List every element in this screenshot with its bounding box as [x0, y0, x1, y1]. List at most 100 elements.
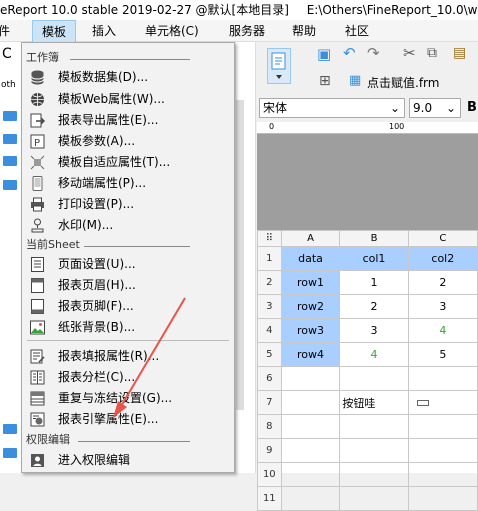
menu-server[interactable]: 服务器 [229, 20, 265, 42]
cell[interactable]: row1 [280, 270, 341, 295]
row-header[interactable]: 6 [257, 366, 282, 391]
menu-item-report-header[interactable]: 报表页眉(H)... [26, 275, 226, 296]
column-header[interactable]: C [407, 230, 478, 247]
font-family-select[interactable]: 宋体 ⌄ [259, 98, 405, 118]
menu-help[interactable]: 帮助 [292, 20, 316, 42]
cell[interactable]: 5 [407, 342, 478, 367]
folder-icon[interactable] [3, 134, 17, 144]
font-size-select[interactable]: 9.0 ⌄ [409, 98, 461, 118]
template-edit-icon[interactable] [267, 48, 291, 84]
menu-file[interactable]: 文件 [0, 20, 24, 42]
cell[interactable] [280, 438, 341, 463]
cell[interactable] [280, 414, 341, 439]
cell[interactable] [407, 462, 478, 487]
cell[interactable]: row2 [280, 294, 341, 319]
bold-button[interactable]: B [467, 100, 477, 115]
cell[interactable] [280, 462, 341, 487]
menu-item-repeat-freeze[interactable]: 重复与冻结设置(G)... [26, 388, 226, 409]
menu-insert[interactable]: 插入 [92, 20, 116, 42]
cell[interactable]: col2 [407, 246, 478, 271]
menu-item-adaptive-props[interactable]: 模板自适应属性(T)... [26, 152, 226, 173]
menu-item-template-params[interactable]: P 模板参数(A)... [26, 131, 226, 152]
menu-item-enter-permission-edit[interactable]: 进入权限编辑 [26, 450, 226, 471]
cell[interactable]: row4 [280, 342, 341, 367]
row-header[interactable]: 8 [257, 414, 282, 439]
folder-icon[interactable] [3, 180, 17, 190]
menu-cell[interactable]: 单元格(C) [145, 20, 199, 42]
column-header[interactable]: B [339, 230, 409, 247]
cell[interactable]: col1 [339, 246, 409, 271]
cell[interactable] [407, 414, 478, 439]
menu-item-engine-props[interactable]: 报表引擎属性(E)... [26, 409, 226, 430]
save-icon[interactable]: ▣ [317, 45, 331, 63]
menu-item-report-footer[interactable]: 报表页脚(F)... [26, 296, 226, 317]
section-divider [70, 59, 190, 60]
menu-item-paper-background[interactable]: 纸张背景(B)... [26, 317, 226, 338]
cell[interactable] [280, 390, 341, 415]
spreadsheet-grid[interactable]: ⠿ A B C 1 data col1 col2 2 row1 1 2 3 ro… [257, 230, 478, 511]
folder-icon[interactable] [3, 156, 17, 166]
cell[interactable]: 1 [339, 270, 409, 295]
menu-item-watermark[interactable]: 水印(M)... [26, 215, 226, 236]
menu-item-label: 模板数据集(D)... [58, 70, 149, 84]
copy-icon[interactable]: ⧉ [427, 45, 437, 61]
row-header[interactable]: 4 [257, 318, 282, 343]
form-file-icon: ▦ [349, 73, 362, 88]
cell[interactable]: row3 [280, 318, 341, 343]
menu-item-mobile-props[interactable]: 移动端属性(P)... [26, 173, 226, 194]
menu-item-print-settings[interactable]: 打印设置(P)... [26, 194, 226, 215]
cell[interactable] [339, 366, 409, 391]
row-header[interactable]: 9 [257, 438, 282, 463]
cell[interactable] [407, 438, 478, 463]
cell[interactable] [407, 366, 478, 391]
cell[interactable]: 3 [339, 318, 409, 343]
menu-item-label: 模板自适应属性(T)... [58, 155, 171, 169]
column-header[interactable]: A [280, 230, 341, 247]
button-widget-cell[interactable]: 按钮哇 [339, 390, 409, 415]
menu-item-template-dataset[interactable]: 模板数据集(D)... [26, 67, 226, 88]
cell[interactable]: 3 [407, 294, 478, 319]
cell[interactable]: 4 [407, 318, 478, 343]
cell[interactable] [339, 462, 409, 487]
menu-community[interactable]: 社区 [345, 20, 369, 42]
cut-icon[interactable]: ✂ [403, 44, 416, 62]
row-header[interactable]: 5 [257, 342, 282, 367]
menu-template[interactable]: 模板 [32, 20, 76, 42]
grid-icon[interactable]: ⊞ [319, 73, 331, 89]
folder-icon[interactable] [3, 448, 17, 458]
select-all-corner[interactable]: ⠿ [257, 230, 282, 247]
folder-icon[interactable] [3, 424, 17, 434]
widget-icon [416, 400, 429, 406]
refresh-icon[interactable]: C [2, 46, 12, 62]
vertical-scrollbar[interactable] [236, 100, 244, 410]
cell[interactable] [339, 414, 409, 439]
file-tab-label[interactable]: 点击赋值.frm [367, 74, 439, 91]
menu-item-template-web-props[interactable]: 模板Web属性(W)... [26, 89, 226, 110]
menu-item-export-props[interactable]: 报表导出属性(E)... [26, 110, 226, 131]
cell-table[interactable]: ⠿ A B C 1 data col1 col2 2 row1 1 2 3 ro… [257, 230, 478, 511]
cell[interactable] [280, 366, 341, 391]
row-header[interactable]: 1 [257, 246, 282, 271]
cell[interactable]: 2 [407, 270, 478, 295]
row-header[interactable]: 2 [257, 270, 282, 295]
cell[interactable] [339, 486, 409, 511]
cell[interactable] [407, 486, 478, 511]
cell[interactable] [280, 486, 341, 511]
cell[interactable]: 4 [339, 342, 409, 367]
row-header[interactable]: 7 [257, 390, 282, 415]
folder-icon[interactable] [3, 111, 17, 121]
row-header[interactable]: 11 [257, 486, 282, 511]
menu-item-report-columns[interactable]: 报表分栏(C)... [26, 367, 226, 388]
menu-item-page-setup[interactable]: 页面设置(U)... [26, 254, 226, 275]
section-divider [78, 441, 190, 442]
row-header[interactable]: 10 [257, 462, 282, 487]
cell[interactable] [339, 438, 409, 463]
cell[interactable] [407, 390, 478, 415]
redo-icon[interactable]: ↷ [367, 44, 380, 62]
row-header[interactable]: 3 [257, 294, 282, 319]
cell[interactable]: data [280, 246, 341, 271]
undo-icon[interactable]: ↶ [343, 44, 356, 62]
menu-item-form-fill-props[interactable]: 报表填报属性(R)... [26, 346, 226, 367]
cell[interactable]: 2 [339, 294, 409, 319]
paste-icon[interactable]: ▤ [453, 45, 466, 61]
